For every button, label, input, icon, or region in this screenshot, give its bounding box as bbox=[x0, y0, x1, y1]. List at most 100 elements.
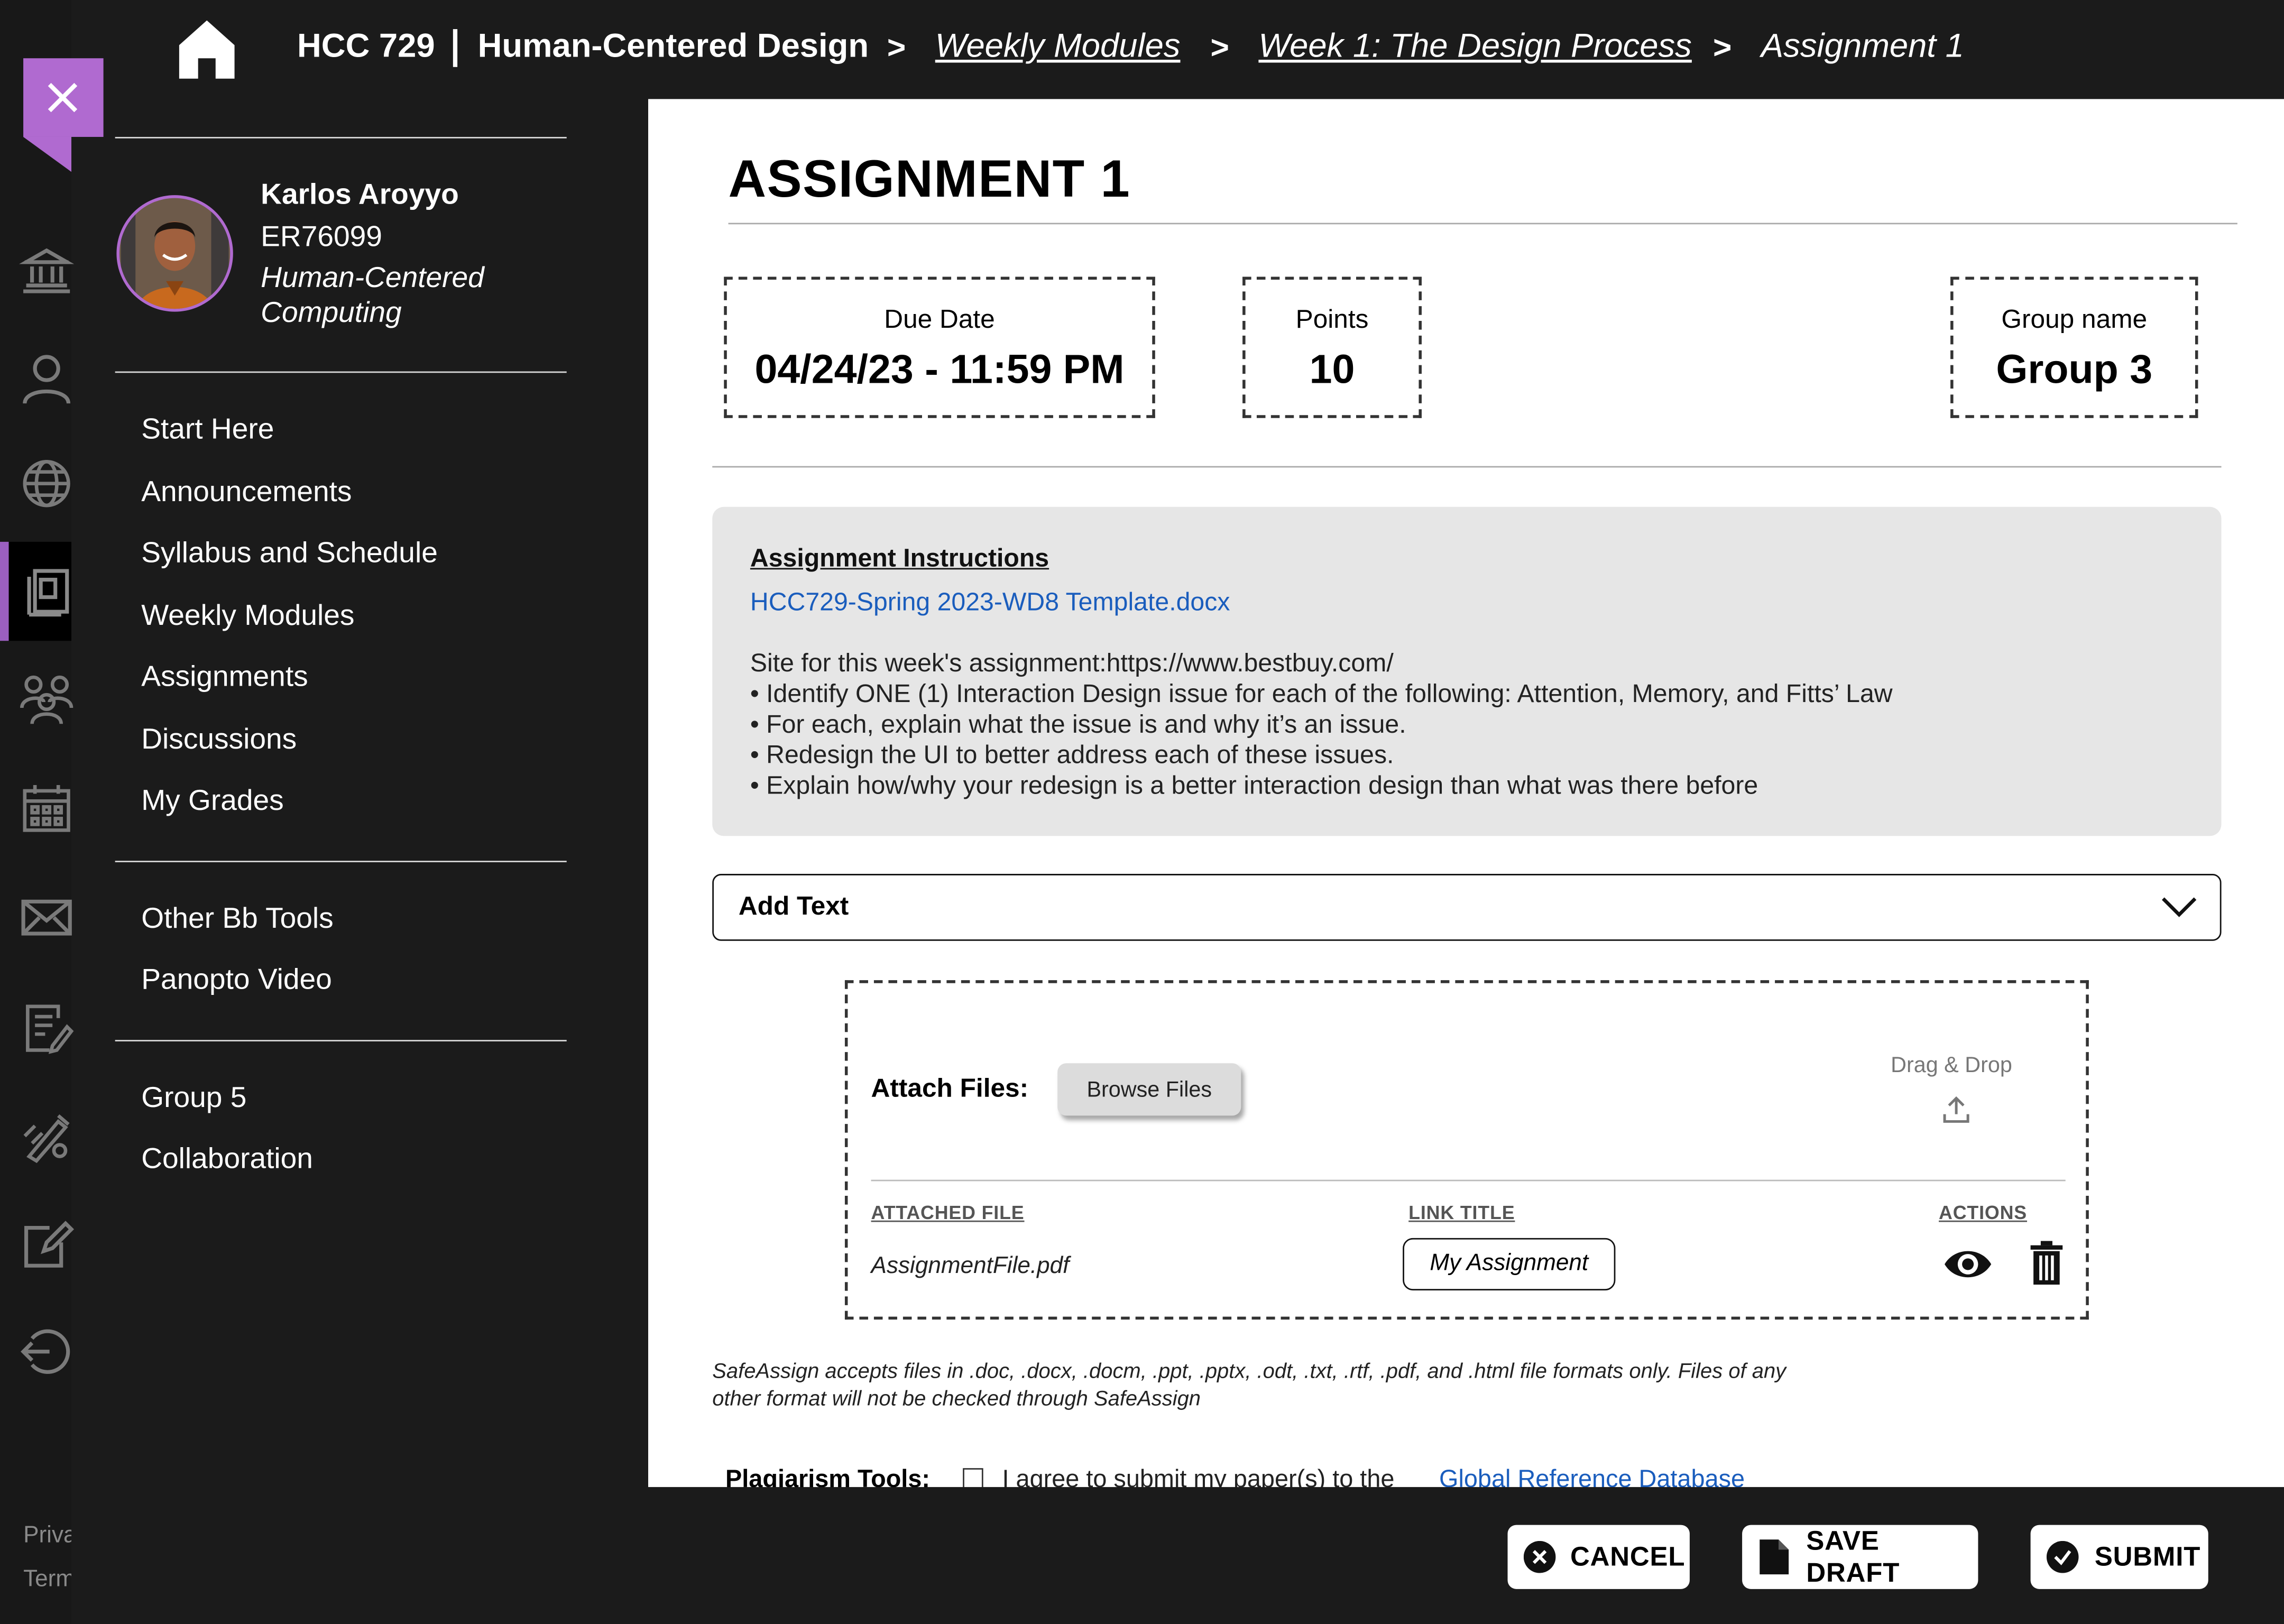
nav-panopto-video[interactable]: Panopto Video bbox=[141, 964, 332, 998]
plagiarism-agree-checkbox[interactable] bbox=[963, 1468, 983, 1487]
add-text-label: Add Text bbox=[738, 891, 849, 921]
attach-divider bbox=[871, 1179, 2066, 1182]
top-bar: HCC 729 Human-Centered Design > Weekly M… bbox=[71, 0, 2284, 99]
breadcrumb-separator: > bbox=[887, 29, 906, 66]
attached-file-name: AssignmentFile.pdf bbox=[871, 1254, 1070, 1279]
instructions-panel: Assignment Instructions HCC729-Spring 20… bbox=[712, 506, 2222, 836]
profile-icon[interactable] bbox=[17, 349, 76, 408]
home-icon[interactable] bbox=[178, 19, 236, 80]
nav-other-bb-tools[interactable]: Other Bb Tools bbox=[141, 903, 334, 936]
breadcrumb-divider bbox=[453, 29, 458, 67]
nav-syllabus-and-schedule[interactable]: Syllabus and Schedule bbox=[141, 538, 438, 571]
browse-files-button[interactable]: Browse Files bbox=[1057, 1063, 1241, 1116]
group-name-label: Group name bbox=[2001, 304, 2148, 334]
close-icon bbox=[48, 82, 78, 113]
user-name: Karlos Aroyyo bbox=[261, 179, 459, 211]
trash-icon[interactable] bbox=[2029, 1241, 2064, 1285]
user-program-cont: Computing bbox=[261, 297, 402, 329]
instructions-bullet: • Redesign the UI to better address each… bbox=[750, 740, 1394, 769]
global-reference-database-link[interactable]: Global Reference Database bbox=[1439, 1465, 1745, 1487]
section-divider bbox=[712, 466, 2222, 468]
groups-icon[interactable] bbox=[17, 670, 76, 728]
points-value: 10 bbox=[1309, 346, 1355, 392]
save-draft-label: SAVE DRAFT bbox=[1806, 1525, 1900, 1588]
save-draft-button[interactable]: SAVE DRAFT bbox=[1742, 1525, 1978, 1589]
terms-link[interactable]: Terms bbox=[23, 1567, 71, 1593]
checkmark-icon bbox=[2046, 1540, 2079, 1573]
close-tab-tail bbox=[23, 136, 71, 172]
drag-drop-label: Drag & Drop bbox=[1891, 1053, 2012, 1078]
nav-assignments[interactable]: Assignments bbox=[141, 661, 308, 695]
drawer-divider bbox=[115, 1040, 567, 1041]
due-date-label: Due Date bbox=[884, 304, 995, 334]
nav-group-5[interactable]: Group 5 bbox=[141, 1082, 246, 1115]
instructions-bullet: • Explain how/why your redesign is a bet… bbox=[750, 770, 1758, 800]
nav-collaboration[interactable]: Collaboration bbox=[141, 1143, 313, 1177]
calendar-icon[interactable] bbox=[17, 779, 76, 837]
avatar[interactable] bbox=[115, 193, 235, 313]
breadcrumb-separator: > bbox=[1210, 29, 1229, 66]
breadcrumb-week-1[interactable]: Week 1: The Design Process bbox=[1258, 26, 1691, 66]
courses-icon[interactable] bbox=[17, 562, 76, 620]
submit-button[interactable]: SUBMIT bbox=[2030, 1525, 2208, 1589]
icon-rail: Privacy Terms bbox=[0, 0, 75, 1624]
instructions-bullet: • For each, explain what the issue is an… bbox=[750, 709, 1406, 739]
breadcrumb-weekly-modules[interactable]: Weekly Modules bbox=[935, 26, 1181, 66]
document-icon bbox=[1760, 1539, 1789, 1575]
points-box: Points 10 bbox=[1242, 276, 1422, 418]
nav-my-grades[interactable]: My Grades bbox=[141, 785, 283, 818]
mail-icon[interactable] bbox=[17, 889, 76, 947]
breadcrumb-course-code[interactable]: HCC 729 bbox=[297, 26, 435, 66]
signout-icon[interactable] bbox=[17, 1323, 76, 1381]
safeassign-note: SafeAssign accepts files in .doc, .docx,… bbox=[712, 1360, 1786, 1384]
chevron-down-icon bbox=[2160, 894, 2198, 921]
tools-icon[interactable] bbox=[17, 1107, 76, 1165]
due-date-box: Due Date 04/24/23 - 11:59 PM bbox=[724, 276, 1155, 418]
group-name-box: Group name Group 3 bbox=[1950, 276, 2198, 418]
column-header-link-title: LINK TITLE bbox=[1408, 1201, 1515, 1224]
instructions-heading: Assignment Instructions bbox=[750, 543, 1049, 573]
cancel-icon bbox=[1523, 1540, 1556, 1573]
submit-label: SUBMIT bbox=[2094, 1540, 2201, 1572]
upload-icon[interactable] bbox=[1942, 1095, 1971, 1124]
group-name-value: Group 3 bbox=[1996, 346, 2153, 392]
instructions-file-link[interactable]: HCC729-Spring 2023-WD8 Template.docx bbox=[750, 587, 1230, 617]
plagiarism-tools-label: Plagiarism Tools: bbox=[725, 1465, 931, 1487]
column-header-actions: ACTIONS bbox=[1939, 1201, 2028, 1224]
title-divider bbox=[728, 223, 2237, 225]
due-date-value: 04/24/23 - 11:59 PM bbox=[754, 346, 1125, 392]
drawer-divider bbox=[115, 136, 567, 139]
page-title: ASSIGNMENT 1 bbox=[728, 149, 1131, 208]
attach-files-label: Attach Files: bbox=[871, 1073, 1029, 1103]
points-label: Points bbox=[1295, 304, 1369, 334]
globe-icon[interactable] bbox=[17, 455, 76, 513]
edit-icon[interactable] bbox=[17, 1216, 76, 1275]
user-id: ER76099 bbox=[261, 221, 382, 254]
nav-weekly-modules[interactable]: Weekly Modules bbox=[141, 600, 354, 633]
assignment-panel: ASSIGNMENT 1 Due Date 04/24/23 - 11:59 P… bbox=[648, 99, 2284, 1487]
user-program: Human-Centered bbox=[261, 262, 484, 294]
breadcrumb-current-page: Assignment 1 bbox=[1761, 26, 1964, 64]
column-header-attached-file: ATTACHED FILE bbox=[871, 1201, 1025, 1224]
nav-start-here[interactable]: Start Here bbox=[141, 413, 274, 447]
nav-discussions[interactable]: Discussions bbox=[141, 724, 297, 757]
eye-icon[interactable] bbox=[1943, 1245, 1993, 1284]
grades-icon[interactable] bbox=[17, 998, 76, 1056]
institution-icon[interactable] bbox=[17, 241, 76, 299]
breadcrumb-course-name[interactable]: Human-Centered Design bbox=[478, 26, 869, 66]
privacy-link[interactable]: Privacy bbox=[23, 1524, 71, 1550]
drawer-divider bbox=[115, 371, 567, 373]
plagiarism-agree-text: I agree to submit my paper(s) to the bbox=[1002, 1465, 1395, 1487]
breadcrumb-separator: > bbox=[1712, 29, 1732, 66]
nav-announcements[interactable]: Announcements bbox=[141, 476, 352, 510]
action-bar: CANCEL SAVE DRAFT SUBMIT bbox=[648, 1487, 2284, 1624]
drawer-divider bbox=[115, 861, 567, 863]
link-title-input[interactable]: My Assignment bbox=[1403, 1238, 1616, 1291]
close-drawer-button[interactable] bbox=[23, 58, 104, 137]
rail-active-indicator bbox=[0, 541, 9, 641]
cancel-button[interactable]: CANCEL bbox=[1507, 1525, 1690, 1589]
safeassign-note-cont: other format will not be checked through… bbox=[712, 1388, 1201, 1411]
add-text-dropdown[interactable]: Add Text bbox=[712, 874, 2222, 941]
attach-files-dropzone[interactable]: Attach Files: Browse Files Drag & Drop A… bbox=[844, 980, 2089, 1320]
cancel-label: CANCEL bbox=[1570, 1540, 1686, 1572]
